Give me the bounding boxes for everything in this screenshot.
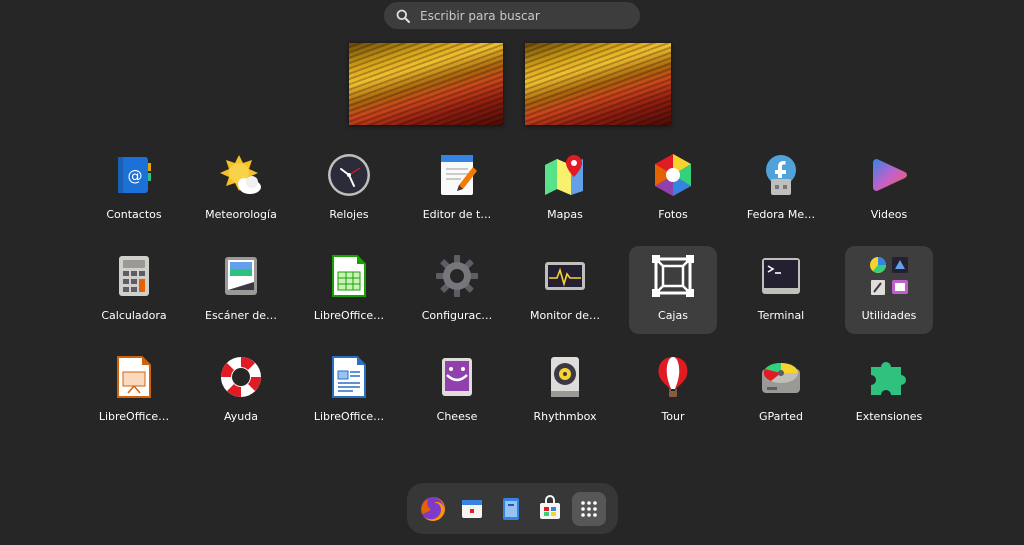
search-icon <box>396 9 410 23</box>
app-label: Escáner de… <box>205 309 277 322</box>
clock-icon <box>327 153 371 197</box>
app-label: GParted <box>759 410 803 423</box>
libreoffice-impress-icon <box>112 355 156 399</box>
utilities-folder-icon <box>867 254 911 298</box>
calculator-icon <box>112 254 156 298</box>
dock-show-apps[interactable] <box>572 492 606 526</box>
calendar-icon <box>462 500 482 518</box>
cheese-icon <box>435 355 479 399</box>
app-label: Configurac… <box>421 309 493 322</box>
app-mapas[interactable]: Mapas <box>521 145 609 233</box>
app-libreoffice-impress[interactable]: LibreOffice… <box>90 347 178 435</box>
app-label: Terminal <box>757 309 805 322</box>
software-icon <box>540 495 560 519</box>
app-label: LibreOffice… <box>313 309 385 322</box>
app-relojes[interactable]: Relojes <box>305 145 393 233</box>
dock-firefox[interactable] <box>416 492 450 526</box>
app-label: Tour <box>661 410 685 423</box>
app-label: Editor de t… <box>422 208 492 221</box>
boxes-icon <box>651 254 695 298</box>
files-icon <box>503 498 519 520</box>
workspace-thumbnail-2[interactable] <box>525 43 671 125</box>
gparted-icon <box>759 355 803 399</box>
dock-files[interactable] <box>494 492 528 526</box>
app-cheese[interactable]: Cheese <box>413 347 501 435</box>
videos-icon <box>867 153 911 197</box>
app-label: Mapas <box>547 208 583 221</box>
app-label: Extensiones <box>855 410 923 423</box>
app-label: Relojes <box>329 208 369 221</box>
app-meteorologia[interactable]: Meteorología <box>197 145 285 233</box>
app-libreoffice-writer[interactable]: LibreOffice… <box>305 347 393 435</box>
app-calculadora[interactable]: Calculadora <box>90 246 178 334</box>
app-label: Utilidades <box>861 309 917 322</box>
libreoffice-calc-icon <box>327 254 371 298</box>
svg-text:@: @ <box>128 167 143 185</box>
help-lifebuoy-icon <box>219 355 263 399</box>
scanner-icon <box>219 254 263 298</box>
app-terminal[interactable]: Terminal <box>737 246 825 334</box>
app-label: Fedora Me… <box>746 208 816 221</box>
app-label: Rhythmbox <box>533 410 597 423</box>
weather-icon <box>219 153 263 197</box>
app-libreoffice-calc[interactable]: LibreOffice… <box>305 246 393 334</box>
app-label: LibreOffice… <box>98 410 170 423</box>
app-label: Calculadora <box>101 309 167 322</box>
app-extensiones[interactable]: Extensiones <box>845 347 933 435</box>
contacts-icon: @ <box>112 153 156 197</box>
app-configuracion[interactable]: Configurac… <box>413 246 501 334</box>
dock-calendar[interactable] <box>455 492 489 526</box>
app-contactos[interactable]: @ Contactos <box>90 145 178 233</box>
app-cajas[interactable]: Cajas <box>629 246 717 334</box>
settings-gear-icon <box>435 254 479 298</box>
app-label: Contactos <box>106 208 162 221</box>
app-folder-utilidades[interactable]: Utilidades <box>845 246 933 334</box>
search-bar[interactable] <box>384 2 640 29</box>
terminal-icon <box>759 254 803 298</box>
workspace-thumbnail-1[interactable] <box>349 43 503 125</box>
app-label: Fotos <box>658 208 688 221</box>
dash-dock <box>407 483 618 534</box>
dock-software[interactable] <box>533 492 567 526</box>
app-label: Ayuda <box>224 410 258 423</box>
app-rhythmbox[interactable]: Rhythmbox <box>521 347 609 435</box>
app-label: Cajas <box>658 309 688 322</box>
search-input[interactable] <box>420 8 620 23</box>
rhythmbox-icon <box>543 355 587 399</box>
maps-icon <box>543 153 587 197</box>
app-monitor-del-sistema[interactable]: Monitor de… <box>521 246 609 334</box>
app-label: Monitor de… <box>529 309 601 322</box>
tour-balloon-icon <box>651 355 695 399</box>
libreoffice-writer-icon <box>327 355 371 399</box>
app-label: Videos <box>870 208 908 221</box>
app-videos[interactable]: Videos <box>845 145 933 233</box>
photos-icon <box>651 153 695 197</box>
app-editor-de-texto[interactable]: Editor de t… <box>413 145 501 233</box>
system-monitor-icon <box>543 254 587 298</box>
app-grid-icon <box>581 501 597 517</box>
app-gparted[interactable]: GParted <box>737 347 825 435</box>
app-escaner[interactable]: Escáner de… <box>197 246 285 334</box>
app-fotos[interactable]: Fotos <box>629 145 717 233</box>
app-label: Meteorología <box>205 208 277 221</box>
firefox-icon <box>421 497 445 521</box>
app-tour[interactable]: Tour <box>629 347 717 435</box>
app-label: LibreOffice… <box>313 410 385 423</box>
fedora-media-writer-icon <box>759 153 803 197</box>
app-ayuda[interactable]: Ayuda <box>197 347 285 435</box>
text-editor-icon <box>435 153 479 197</box>
app-fedora-media-writer[interactable]: Fedora Me… <box>737 145 825 233</box>
app-label: Cheese <box>436 410 478 423</box>
extensions-puzzle-icon <box>867 355 911 399</box>
